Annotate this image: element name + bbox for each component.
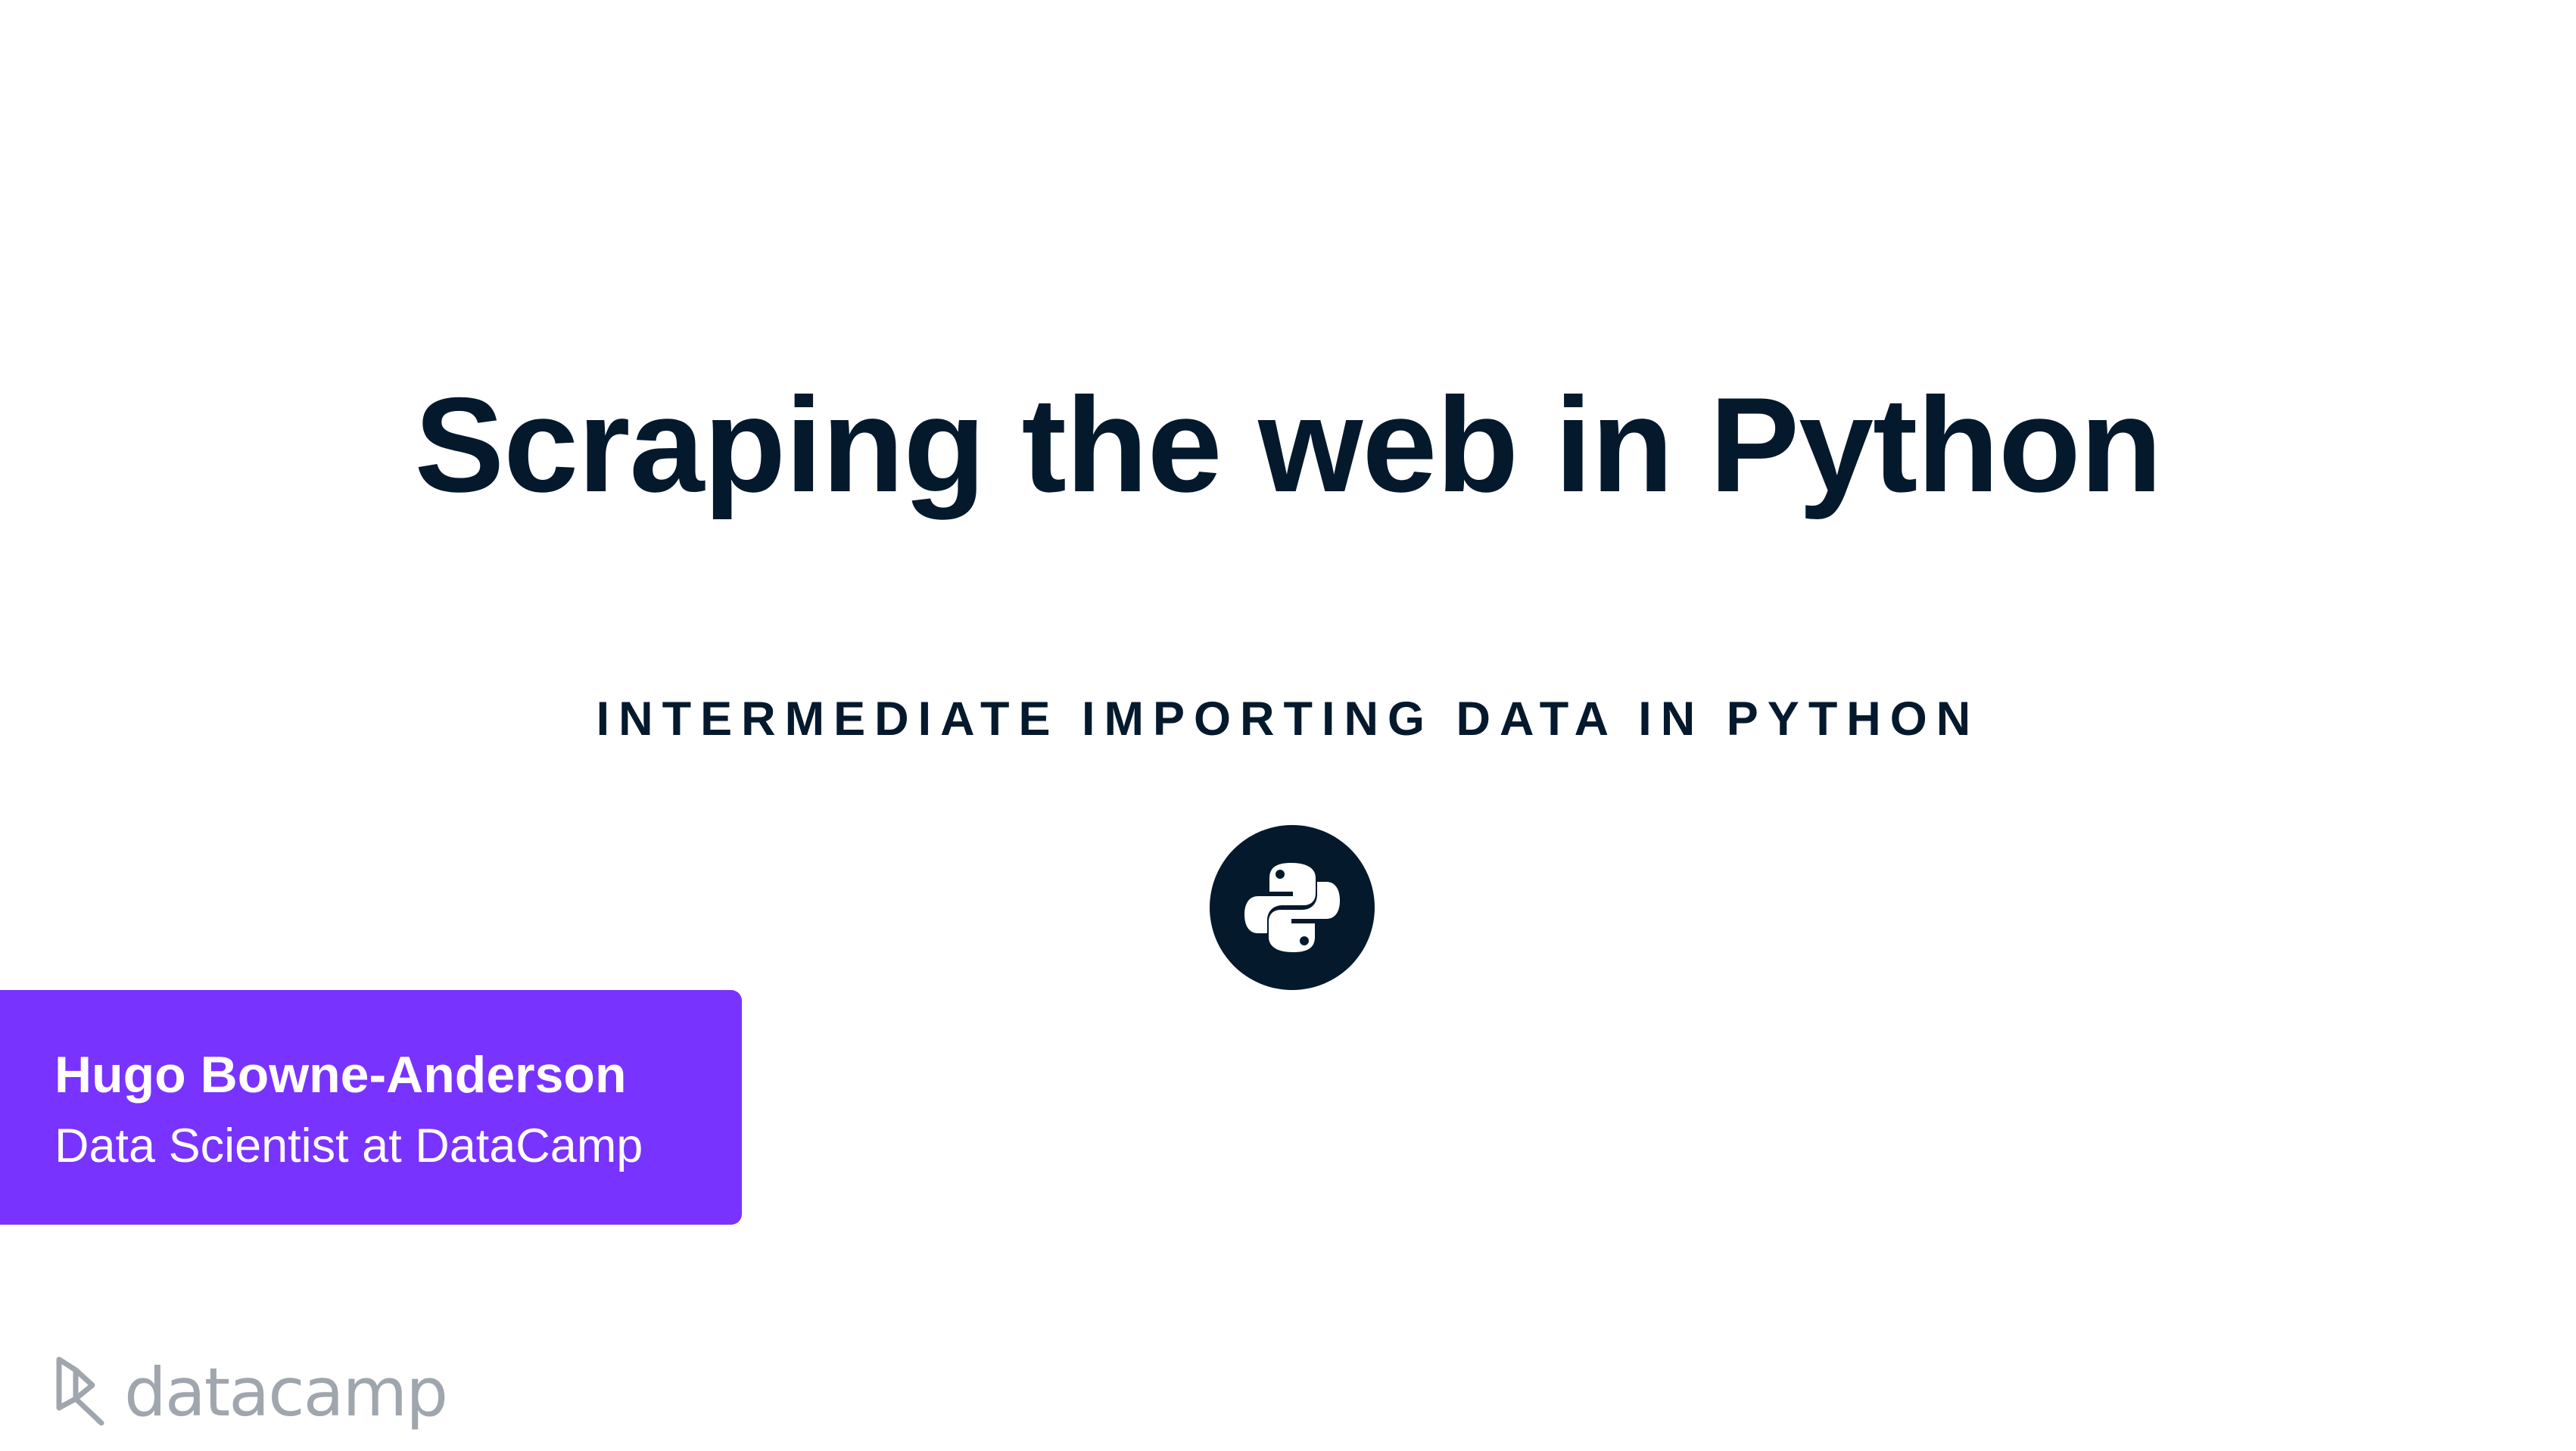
author-card: Hugo Bowne-Anderson Data Scientist at Da… — [0, 990, 742, 1225]
brand-logo: datacamp — [53, 1353, 448, 1431]
author-name: Hugo Bowne-Anderson — [55, 1046, 627, 1104]
slide-title: Scraping the web in Python — [414, 369, 2163, 520]
datacamp-logo-icon — [53, 1355, 114, 1431]
python-badge — [1210, 825, 1375, 990]
author-role: Data Scientist at DataCamp — [55, 1119, 643, 1172]
course-subtitle: INTERMEDIATE IMPORTING DATA IN PYTHON — [596, 693, 1980, 746]
brand-name: datacamp — [124, 1353, 448, 1431]
title-slide: Scraping the web in Python INTERMEDIATE … — [0, 0, 2576, 1451]
python-logo-icon — [1244, 863, 1340, 952]
